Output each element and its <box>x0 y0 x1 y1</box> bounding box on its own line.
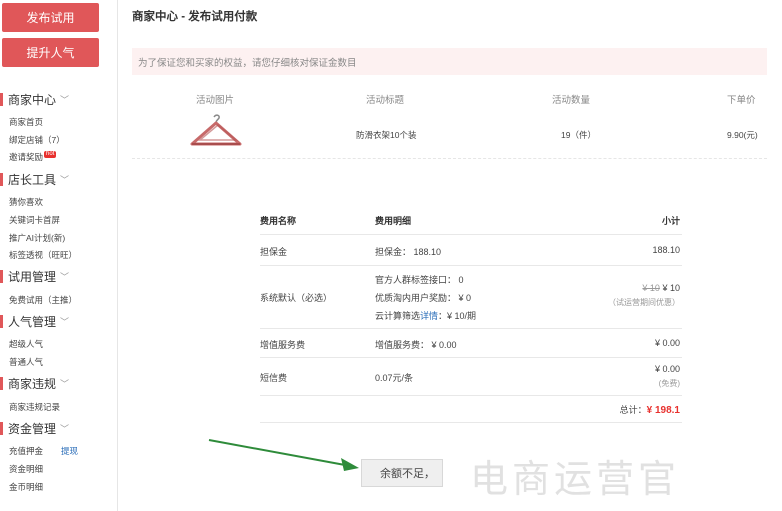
section-title: 店长工具 <box>8 172 57 187</box>
section-marker <box>0 376 3 390</box>
fee-system-name: 系统默认（必选） <box>260 293 333 303</box>
fee-value-added-name: 增值服务费 <box>260 340 306 350</box>
section-shop-tools[interactable]: 店长工具 ﹀ <box>0 171 69 187</box>
new-price: ¥ 10 <box>662 283 680 293</box>
fee-system-line-user-reward: 优质淘内用户奖励： ¥ 0 <box>375 293 472 303</box>
sidebar-item-label: 充值押金 <box>9 446 44 456</box>
cloud-filter-label: 云计算筛选 <box>375 311 421 321</box>
section-title: 商家违规 <box>8 376 57 391</box>
page-title: 商家中心 - 发布试用付款 <box>132 11 258 23</box>
section-merchant-center[interactable]: 商家中心 ﹀ <box>0 91 69 107</box>
sidebar-item-guess-you-like[interactable]: 猜你喜欢 <box>9 196 43 208</box>
fee-system-line-cloud: 云计算筛选详情：¥ 10/期 <box>375 309 476 322</box>
section-marker <box>0 314 3 328</box>
divider <box>260 395 682 396</box>
fee-total: 总计：¥ 198.1 <box>560 403 680 416</box>
sidebar-item-free-trial[interactable]: 免费试用（主推） <box>9 294 77 306</box>
divider <box>260 234 682 235</box>
chevron-down-icon: ﹀ <box>60 316 70 327</box>
section-title: 人气管理 <box>8 314 57 329</box>
fee-header-detail: 费用明细 <box>375 216 412 226</box>
sidebar-item-super-popularity[interactable]: 超级人气 <box>9 338 43 350</box>
divider <box>260 328 682 329</box>
fee-deposit-detail: 担保金： 188.10 <box>375 247 442 257</box>
publish-trial-button[interactable]: 发布试用 <box>2 3 99 32</box>
chevron-down-icon: ﹀ <box>60 174 70 185</box>
product-image[interactable] <box>188 114 244 154</box>
sidebar-item-promo-ai[interactable]: 推广AI计划(新) <box>9 232 65 244</box>
section-title: 资金管理 <box>8 421 57 436</box>
sidebar-item-tag-insight[interactable]: 标签透视（旺旺） <box>9 249 77 261</box>
chevron-down-icon: ﹀ <box>60 378 70 389</box>
deposit-notice: 为了保证您和买家的权益，请您仔细核对保证金数目 <box>132 48 767 75</box>
section-merchant-violations[interactable]: 商家违规 ﹀ <box>0 375 69 391</box>
fee-sms-detail: 0.07元/条 <box>375 373 414 383</box>
activity-price: 9.90(元) <box>727 130 758 140</box>
pay-button[interactable]: 余额不足， <box>361 459 443 487</box>
total-label: 总计： <box>619 405 647 415</box>
sidebar-item-invite-reward[interactable]: 邀请奖励 hot <box>9 151 57 163</box>
sidebar-item-violation-records[interactable]: 商家违规记录 <box>9 401 60 413</box>
section-marker <box>0 172 3 186</box>
activity-quantity: 19（件） <box>561 130 596 140</box>
section-marker <box>0 269 3 283</box>
sidebar-item-recharge-deposit[interactable]: 充值押金 提现 <box>9 445 78 457</box>
sidebar-item-fund-details[interactable]: 资金明细 <box>9 463 43 475</box>
fee-header-subtotal: 小计 <box>661 216 680 226</box>
total-amount: ¥ 198.1 <box>646 405 680 416</box>
fee-sms-name: 短信费 <box>260 373 288 383</box>
sidebar-item-keyword-top[interactable]: 关键词卡首屏 <box>9 214 60 226</box>
withdraw-link[interactable]: 提现 <box>61 446 78 456</box>
section-popularity[interactable]: 人气管理 ﹀ <box>0 313 69 329</box>
fee-deposit-subtotal: 188.10 <box>652 245 680 255</box>
arrow-icon <box>208 439 359 471</box>
chevron-down-icon: ﹀ <box>60 94 70 105</box>
fee-value-added-subtotal: ¥ 0.00 <box>654 338 680 348</box>
details-link[interactable]: 详情 <box>420 311 438 321</box>
fee-deposit-name: 担保金 <box>260 247 288 257</box>
fee-system-subtotal: ¥ 10 ¥ 10 <box>580 283 680 293</box>
divider <box>260 357 682 358</box>
fee-system-line-tag-api: 官方人群标签接口： 0 <box>375 275 464 285</box>
fee-value-added-detail: 增值服务费： ¥ 0.00 <box>375 340 457 350</box>
section-trial-management[interactable]: 试用管理 ﹀ <box>0 268 69 284</box>
fee-sms-note: (免费) <box>658 379 680 388</box>
watermark: 电商运营官 <box>470 457 681 501</box>
section-marker <box>0 421 3 435</box>
col-header-image: 活动图片 <box>196 95 235 106</box>
col-header-price: 下单价 <box>727 95 756 106</box>
sidebar-item-bind-shop[interactable]: 绑定店铺（7） <box>9 134 65 146</box>
section-title: 试用管理 <box>8 269 57 284</box>
chevron-down-icon: ﹀ <box>60 271 70 282</box>
fee-sms-subtotal: ¥ 0.00 <box>654 364 680 374</box>
divider <box>132 158 767 159</box>
boost-popularity-button[interactable]: 提升人气 <box>2 38 99 67</box>
col-header-title: 活动标题 <box>366 95 405 106</box>
divider <box>260 422 682 423</box>
sidebar-item-merchant-home[interactable]: 商家首页 <box>9 116 43 128</box>
sidebar-item-normal-popularity[interactable]: 普通人气 <box>9 356 43 368</box>
cloud-filter-price: ：¥ 10/期 <box>438 311 477 321</box>
sidebar: 发布试用 提升人气 商家中心 ﹀ 商家首页 绑定店铺（7） 邀请奖励 hot 店长… <box>0 0 118 511</box>
section-title: 商家中心 <box>8 92 57 107</box>
fee-header-name: 费用名称 <box>260 216 297 226</box>
divider <box>260 265 682 266</box>
old-price: ¥ 10 <box>642 283 660 293</box>
hot-badge: hot <box>44 151 57 158</box>
section-marker <box>0 92 3 106</box>
chevron-down-icon: ﹀ <box>60 423 70 434</box>
section-funds[interactable]: 资金管理 ﹀ <box>0 420 69 436</box>
sidebar-item-coin-details[interactable]: 金币明细 <box>9 481 43 493</box>
col-header-quantity: 活动数量 <box>552 95 591 106</box>
fee-system-note: （试运营期间优惠） <box>608 298 680 307</box>
sidebar-item-label: 邀请奖励 <box>9 152 44 162</box>
hanger-icon <box>190 114 242 146</box>
activity-title: 防滑衣架10个装 <box>356 130 417 140</box>
